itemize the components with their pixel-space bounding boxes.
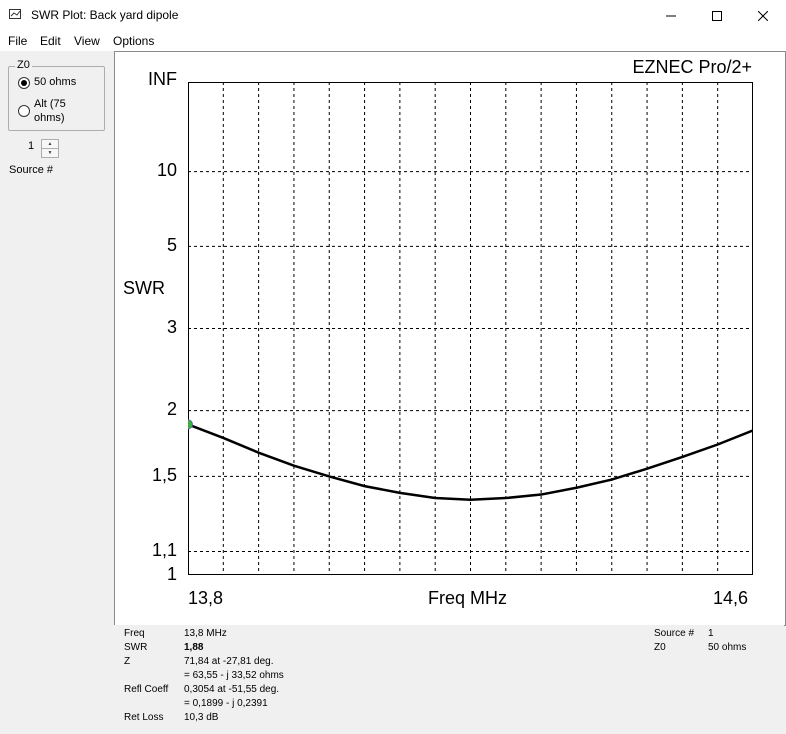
source-spinner[interactable]: ▲ ▼ <box>41 139 59 158</box>
readout-label: Freq <box>124 628 145 639</box>
readout-value: = 0,1899 - j 0,2391 <box>184 698 268 709</box>
readout-value: 13,8 MHz <box>184 628 227 639</box>
readout-value: 71,84 at -27,81 deg. <box>184 656 274 667</box>
minimize-button[interactable] <box>648 0 694 32</box>
readout-z0-value: 50 ohms <box>708 642 747 653</box>
y-tick-label: 10 <box>156 160 177 180</box>
radio-50-ohms[interactable] <box>18 77 30 89</box>
y-tick-label: 1,1 <box>151 540 177 560</box>
x-tick-label-min: 13,8 <box>188 588 224 608</box>
menu-view[interactable]: View <box>74 34 100 48</box>
readout-z0-label: Z0 <box>654 642 666 653</box>
y-tick-label: 3 <box>166 317 177 337</box>
readout-label: Refl Coeff <box>124 684 169 695</box>
brand-label: EZNEC Pro/2+ <box>632 57 752 77</box>
readout-value: 1,88 <box>184 642 204 653</box>
y-axis-label: SWR <box>123 278 165 298</box>
readout-value: = 63,55 - j 33,52 ohms <box>184 670 284 681</box>
radio-alt-ohms-label-line2[interactable]: ohms) <box>34 112 65 125</box>
readout-source-label: Source # <box>654 628 695 639</box>
readout-source-value: 1 <box>708 628 714 639</box>
menu-options[interactable]: Options <box>113 34 154 48</box>
x-tick-label-max: 14,6 <box>713 588 749 608</box>
radio-alt-ohms-label-line1[interactable]: Alt (75 <box>34 98 66 111</box>
sidebar: Z0 50 ohms Alt (75 ohms) 1 ▲ ▼ Source # <box>0 51 113 734</box>
readout-label: SWR <box>124 642 148 653</box>
y-tick-label: INF <box>148 69 177 89</box>
y-tick-label: 1 <box>166 564 177 584</box>
spin-down-icon[interactable]: ▼ <box>42 149 58 157</box>
readout-value: 10,3 dB <box>184 712 219 723</box>
maximize-button[interactable] <box>694 0 740 32</box>
close-icon <box>758 11 768 21</box>
y-tick-label: 5 <box>166 235 177 255</box>
title-bar[interactable]: SWR Plot: Back yard dipole <box>0 0 786 32</box>
minimize-icon <box>666 15 676 17</box>
spin-up-icon[interactable]: ▲ <box>42 140 58 149</box>
z0-group-label: Z0 <box>15 59 32 71</box>
window-title: SWR Plot: Back yard dipole <box>31 8 179 22</box>
frequency-marker <box>188 419 193 430</box>
readout-label: Ret Loss <box>124 712 164 723</box>
app-icon <box>9 9 21 19</box>
source-number-value[interactable]: 1 <box>28 140 34 152</box>
source-number-label: Source # <box>9 164 54 176</box>
menu-bar: File Edit View Options <box>0 32 786 51</box>
menu-file[interactable]: File <box>8 34 27 48</box>
z0-groupbox: Z0 50 ohms Alt (75 ohms) <box>8 59 105 131</box>
y-tick-label: 2 <box>166 399 177 419</box>
swr-plot-area[interactable] <box>188 82 753 575</box>
swr-plot-panel[interactable]: EZNEC Pro/2+ SWR INF 10 5 3 2 1,5 1,1 1 … <box>114 51 786 626</box>
menu-edit[interactable]: Edit <box>40 34 61 48</box>
radio-alt-ohms[interactable] <box>18 105 30 117</box>
readout-label: Z <box>124 656 131 667</box>
readout-value: 0,3054 at -51,55 deg. <box>184 684 280 695</box>
y-tick-label: 1,5 <box>151 465 177 485</box>
maximize-icon <box>712 11 722 21</box>
close-button[interactable] <box>740 0 786 32</box>
x-axis-label: Freq MHz <box>428 588 508 608</box>
readout-panel: Freq 13,8 MHz SWR 1,88 Z 71,84 at -27,81… <box>114 625 784 734</box>
radio-50-ohms-label[interactable]: 50 ohms <box>34 76 76 89</box>
